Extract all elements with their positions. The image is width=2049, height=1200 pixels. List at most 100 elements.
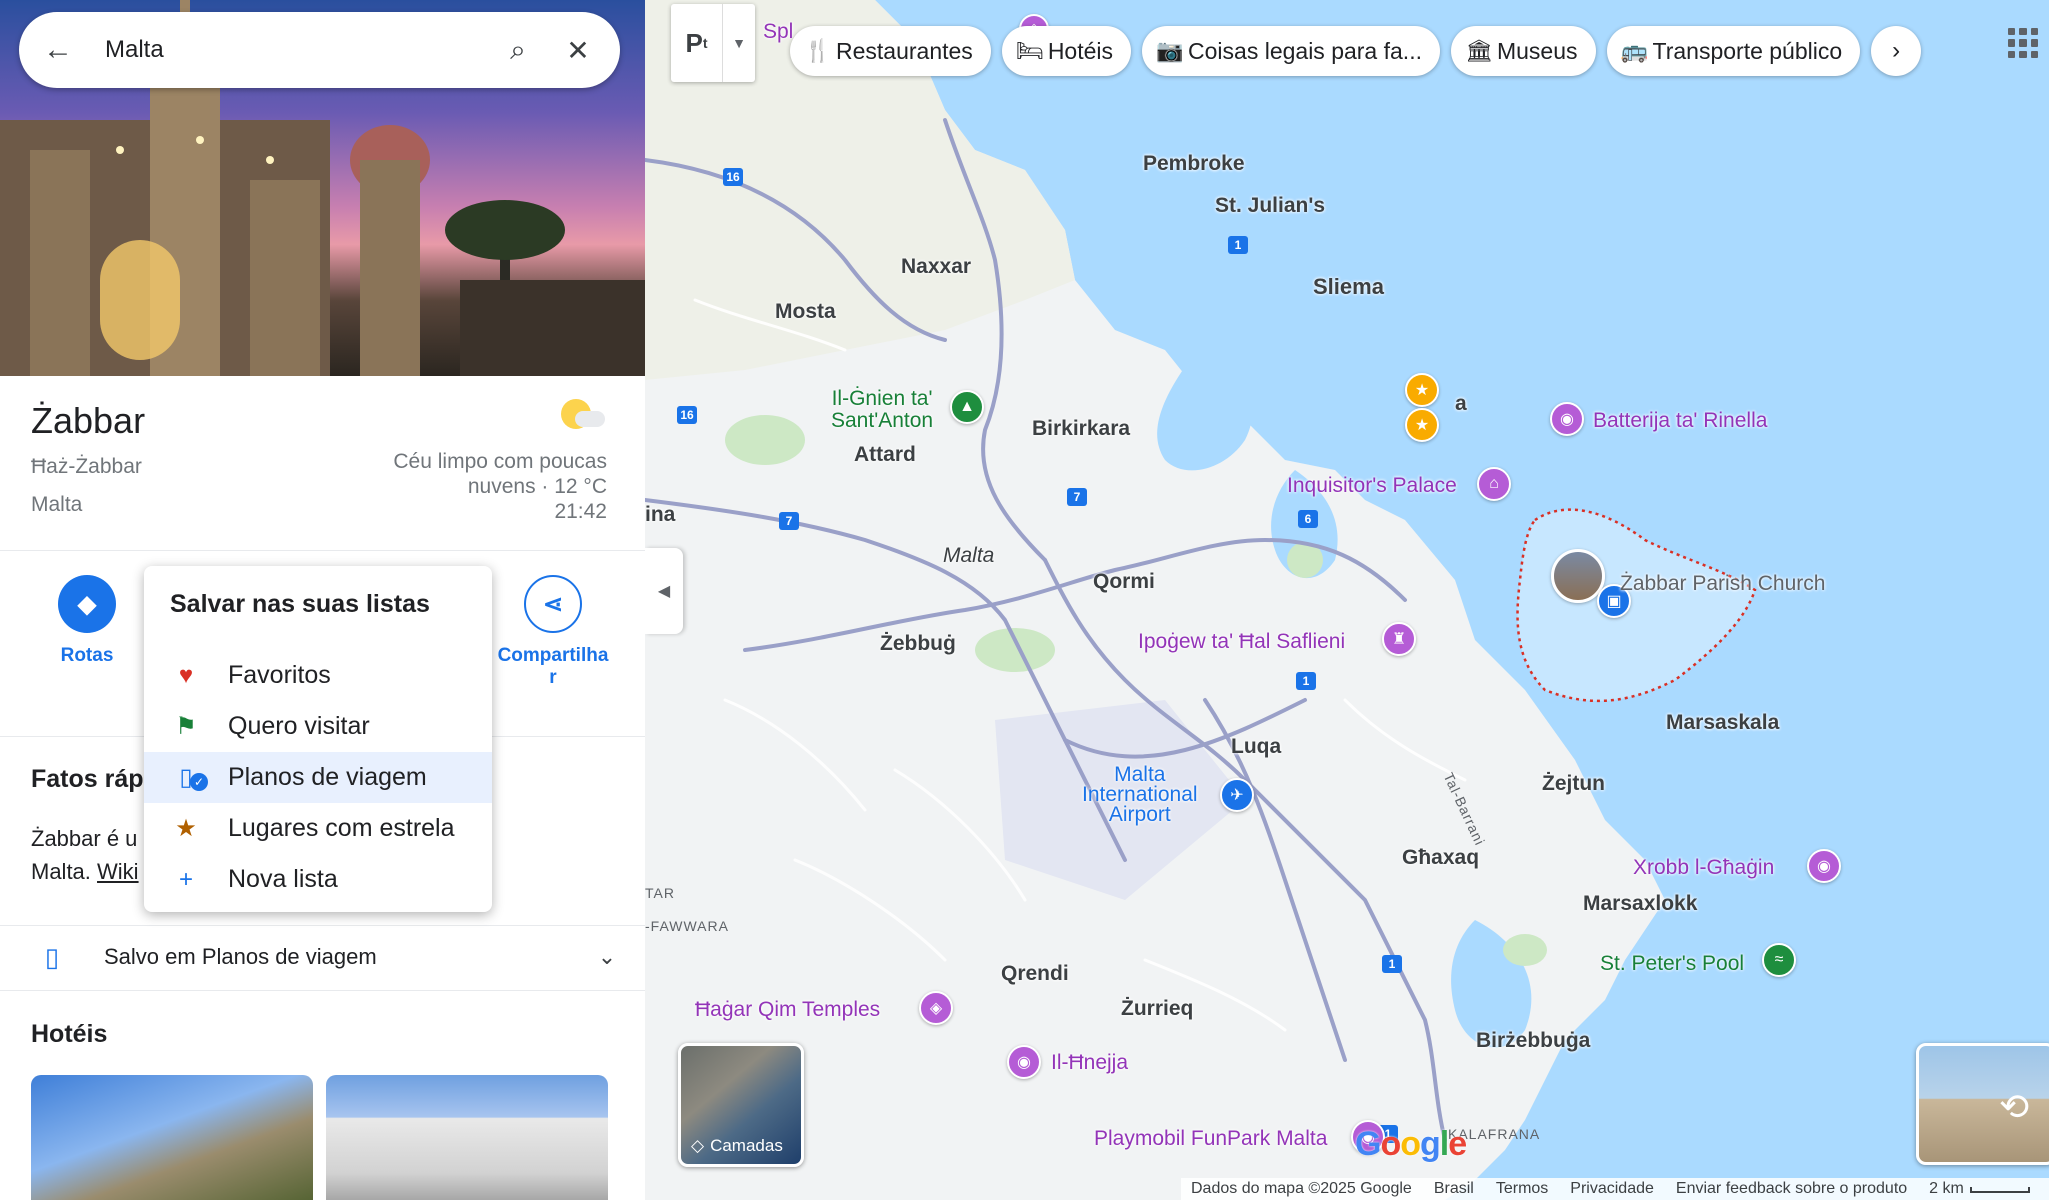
poi-label-rinella[interactable]: Batterija ta' Rinella bbox=[1593, 409, 1767, 433]
poi-label-hnejja[interactable]: Il-Ħnejja bbox=[1051, 1051, 1128, 1075]
menu-item-new-list[interactable]: + Nova lista bbox=[144, 854, 492, 905]
map-label-malta[interactable]: Malta bbox=[943, 544, 994, 568]
map-label-ghaxaq[interactable]: Għaxaq bbox=[1402, 846, 1479, 870]
poi-label-inquisitor[interactable]: Inquisitor's Palace bbox=[1287, 474, 1457, 498]
museum-icon[interactable]: ⌂ bbox=[1477, 467, 1511, 501]
search-icon[interactable]: ⌕ bbox=[488, 34, 548, 67]
chip-hotels[interactable]: 🛏 Hotéis bbox=[1001, 26, 1132, 76]
terms-link[interactable]: Termos bbox=[1496, 1180, 1548, 1198]
chevron-right-icon[interactable]: › bbox=[1871, 26, 1922, 76]
routes-button[interactable]: ◆ Rotas bbox=[52, 575, 122, 667]
close-icon[interactable]: ✕ bbox=[548, 34, 608, 67]
place-hero-photo[interactable]: ← ⌕ ✕ bbox=[0, 0, 645, 376]
menu-item-travel-plans[interactable]: ▯ ✓ Planos de viagem bbox=[144, 752, 492, 803]
map-label-ina[interactable]: ina bbox=[645, 503, 675, 527]
map-label-mosta[interactable]: Mosta bbox=[775, 300, 836, 324]
camera-icon: 📷 bbox=[1156, 38, 1184, 63]
landmark-icon[interactable]: ♜ bbox=[1382, 622, 1416, 656]
poi-label-line: Malta bbox=[1114, 763, 1166, 786]
museum-icon[interactable]: ◈ bbox=[919, 991, 953, 1025]
menu-item-favorites[interactable]: ♥ Favoritos bbox=[144, 650, 492, 701]
camera-icon[interactable]: ◉ bbox=[1550, 402, 1584, 436]
poi-label-playmobil[interactable]: Playmobil FunPark Malta bbox=[1094, 1127, 1327, 1151]
poi-label-church[interactable]: Żabbar Parish Church bbox=[1620, 572, 1825, 596]
map-label-marsaskala[interactable]: Marsaskala bbox=[1666, 711, 1779, 735]
menu-item-label: Favoritos bbox=[228, 661, 331, 689]
poi-label-hypogeum[interactable]: Ipoġew ta' Ħal Saflieni bbox=[1138, 630, 1345, 654]
divider bbox=[0, 990, 645, 991]
map-canvas[interactable]: 16 16 1 7 7 6 1 1 1 Pembroke St. Julian'… bbox=[645, 0, 2049, 1200]
chip-restaurants[interactable]: 🍴 Restaurantes bbox=[790, 26, 991, 76]
map-label-attard[interactable]: Attard bbox=[854, 443, 916, 467]
map-label-birkirkara[interactable]: Birkirkara bbox=[1032, 417, 1130, 441]
poi-label-line: Airport bbox=[1108, 803, 1171, 826]
chevron-left-icon: ◀ bbox=[657, 583, 671, 600]
chip-museums[interactable]: 🏛 Museus bbox=[1450, 26, 1596, 76]
poi-label-splash[interactable]: Spl bbox=[763, 20, 793, 44]
poi-label-ghnien[interactable]: Il-Ġnien ta' Sant'Anton bbox=[831, 388, 933, 432]
layers-button[interactable]: ◇ Camadas bbox=[678, 1043, 804, 1167]
map-label-marsaxlokk[interactable]: Marsaxlokk bbox=[1583, 892, 1697, 916]
weather-info: Céu limpo com poucas nuvens · 12 °C 21:4… bbox=[347, 395, 607, 524]
menu-item-label: Nova lista bbox=[228, 865, 338, 893]
menu-item-want-to-go[interactable]: ⚑ Quero visitar bbox=[144, 701, 492, 752]
map-label-birzebbuga[interactable]: Birżebbuġa bbox=[1476, 1029, 1590, 1053]
privacy-link[interactable]: Privacidade bbox=[1570, 1180, 1654, 1198]
map-label-pembroke[interactable]: Pembroke bbox=[1143, 152, 1245, 176]
plus-icon: + bbox=[178, 865, 193, 893]
poi-label-airport[interactable]: Malta International Airport bbox=[1082, 763, 1198, 826]
saved-in-list-row[interactable]: ▯ Salvo em Planos de viagem ⌄ bbox=[0, 925, 645, 989]
place-country: Malta bbox=[31, 493, 83, 516]
poi-label-line: Il-Ġnien ta' bbox=[831, 387, 933, 410]
apps-grid-icon[interactable] bbox=[2008, 28, 2038, 58]
divider bbox=[0, 550, 645, 551]
collapse-panel-button[interactable]: ◀ bbox=[645, 548, 683, 634]
feedback-link[interactable]: Enviar feedback sobre o produto bbox=[1676, 1180, 1907, 1198]
chip-transit[interactable]: 🚌 Transporte público bbox=[1606, 26, 1861, 76]
country-link[interactable]: Brasil bbox=[1434, 1180, 1474, 1198]
poi-label-line: International bbox=[1082, 783, 1198, 806]
street-view-thumbnail[interactable]: ⟲ bbox=[1916, 1043, 2049, 1165]
camera-icon[interactable]: ◉ bbox=[1007, 1045, 1041, 1079]
park-icon[interactable]: ▲ bbox=[950, 390, 984, 424]
map-label-zejtun[interactable]: Żejtun bbox=[1542, 772, 1605, 796]
menu-item-starred[interactable]: ★ Lugares com estrela bbox=[144, 803, 492, 854]
search-box[interactable]: ← ⌕ ✕ bbox=[19, 12, 620, 88]
facts-text-part: Malta. bbox=[31, 859, 98, 884]
scale-control[interactable]: 2 km bbox=[1929, 1180, 2030, 1198]
map-label-naxxar[interactable]: Naxxar bbox=[901, 255, 971, 279]
search-input[interactable] bbox=[89, 36, 488, 64]
poi-label-st-peters[interactable]: St. Peter's Pool bbox=[1600, 952, 1744, 976]
chevron-down-icon[interactable]: ▼ bbox=[723, 4, 755, 82]
saved-label: Salvo em Planos de viagem bbox=[104, 944, 377, 969]
star-icon[interactable]: ★ bbox=[1405, 408, 1439, 442]
map-label-st-julians[interactable]: St. Julian's bbox=[1215, 194, 1325, 218]
back-arrow-icon[interactable]: ← bbox=[19, 33, 89, 67]
star-icon[interactable]: ★ bbox=[1405, 373, 1439, 407]
hotel-photo[interactable] bbox=[326, 1075, 608, 1200]
swim-icon[interactable]: ≈ bbox=[1762, 943, 1796, 977]
museum-icon: 🏛 bbox=[1464, 38, 1493, 63]
chip-things-to-do[interactable]: 📷 Coisas legais para fa... bbox=[1142, 26, 1440, 76]
airplane-icon[interactable]: ✈ bbox=[1220, 778, 1254, 812]
weather-line: nuvens · 12 °C bbox=[467, 475, 607, 498]
poi-label-xrobb[interactable]: Xrobb l-Għaġin bbox=[1633, 856, 1774, 880]
map-label-zurrieq[interactable]: Żurrieq bbox=[1121, 997, 1193, 1021]
map-label-zebbug[interactable]: Żebbuġ bbox=[880, 632, 956, 656]
poi-label-hagar-qim[interactable]: Ħaġar Qim Temples bbox=[695, 998, 880, 1022]
camera-icon[interactable]: ◉ bbox=[1807, 849, 1841, 883]
map-label-qrendi[interactable]: Qrendi bbox=[1001, 962, 1069, 986]
layers-text: Camadas bbox=[710, 1136, 783, 1155]
map-label-sliema[interactable]: Sliema bbox=[1313, 274, 1384, 300]
hotel-photo[interactable] bbox=[31, 1075, 313, 1200]
poi-label-line: Sant'Anton bbox=[831, 409, 934, 432]
wikipedia-link[interactable]: Wiki bbox=[97, 859, 139, 884]
chevron-down-icon[interactable]: ⌄ bbox=[569, 944, 645, 970]
map-footer: Dados do mapa ©2025 Google Brasil Termos… bbox=[1181, 1178, 2049, 1200]
road-shield: 1 bbox=[1382, 955, 1402, 973]
map-label-qormi[interactable]: Qormi bbox=[1093, 570, 1155, 594]
map-label-luqa[interactable]: Luqa bbox=[1231, 735, 1281, 759]
draw-icon[interactable]: Pt bbox=[671, 4, 723, 82]
draw-tool-button[interactable]: Pt ▼ bbox=[671, 4, 755, 82]
share-button[interactable]: ⋖ Compartilha r bbox=[488, 575, 618, 689]
